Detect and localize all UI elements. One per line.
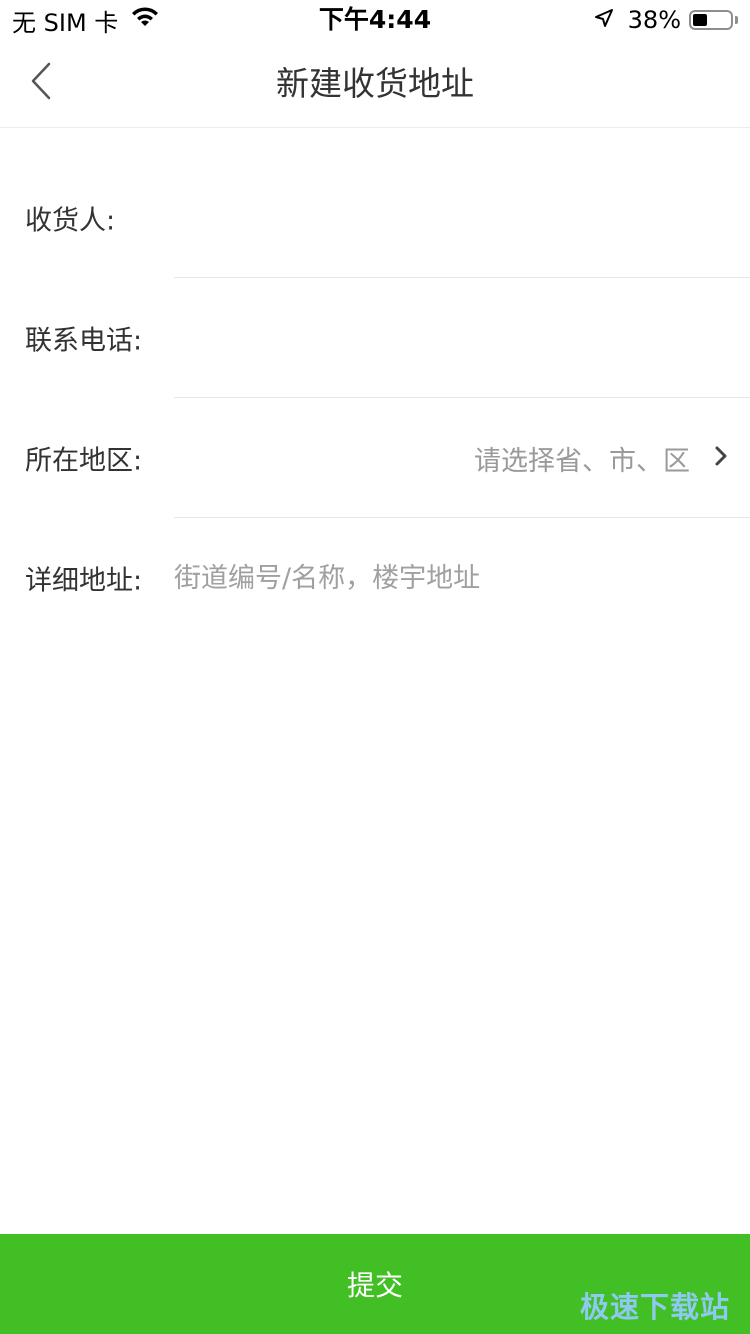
detail-address-input[interactable]	[174, 548, 750, 608]
region-label: 所在地区:	[25, 445, 143, 477]
region-select[interactable]: 请选择省、市、区	[474, 428, 728, 488]
nav-bar: 新建收货地址	[0, 40, 750, 128]
phone-row: 联系电话:	[0, 278, 750, 398]
region-row[interactable]: 所在地区: 请选择省、市、区	[0, 398, 750, 518]
detail-label: 详细地址:	[25, 565, 143, 597]
location-arrow-icon	[594, 6, 614, 34]
watermark-logo: 极速下载站	[579, 1290, 730, 1324]
battery-icon	[689, 10, 733, 30]
screen: 无 SIM 卡 下午4:44 38% 新建收货地址 收货人: 联系电话: 所在地…	[0, 0, 750, 1334]
receiver-label: 收货人:	[25, 205, 116, 237]
battery-cap	[735, 16, 738, 24]
receiver-row: 收货人:	[0, 128, 750, 278]
receiver-input[interactable]	[174, 188, 750, 248]
page-title: 新建收货地址	[276, 64, 474, 103]
battery-percent: 38%	[627, 6, 681, 34]
status-bar: 无 SIM 卡 下午4:44 38%	[0, 0, 750, 40]
address-form: 收货人: 联系电话: 所在地区: 请选择省、市、区 详细地址:	[0, 128, 750, 638]
phone-input[interactable]	[174, 308, 750, 368]
battery-fill	[693, 14, 707, 26]
region-placeholder: 请选择省、市、区	[474, 445, 690, 477]
status-right: 38%	[594, 4, 738, 36]
chevron-right-icon	[714, 445, 728, 471]
phone-label: 联系电话:	[25, 325, 143, 357]
detail-row: 详细地址:	[0, 518, 750, 638]
